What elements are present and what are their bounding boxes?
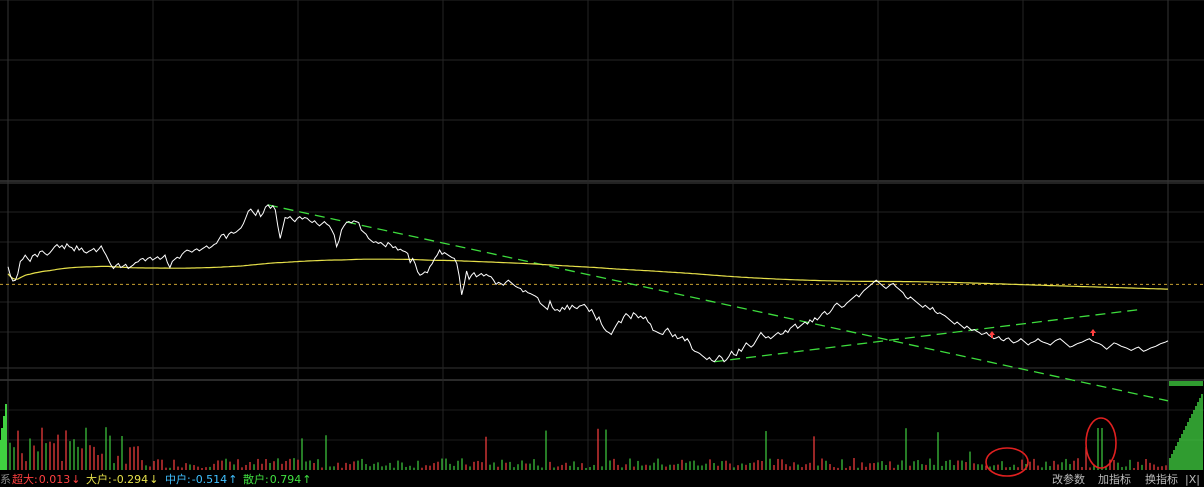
fund-large: 大户:-0.294↓	[86, 472, 158, 487]
signal-markers	[989, 329, 1096, 338]
left-glyph: 系	[0, 473, 11, 486]
intraday-chart[interactable]	[0, 0, 1204, 487]
add-indicator-button[interactable]: 加指标	[1098, 472, 1131, 487]
downtrend-line	[267, 204, 1169, 402]
chart-grid	[0, 0, 1204, 470]
fund-super-large-label: 超大:	[12, 473, 38, 486]
fund-retail-value: 0.794	[269, 473, 302, 486]
down-arrow-icon: ↓	[71, 473, 81, 486]
status-bar: 系 超大:0.013↓ 大户:-0.294↓ 中户:-0.514↑ 散户:0.7…	[0, 472, 1204, 487]
fund-large-value: -0.294	[112, 473, 149, 486]
change-params-button[interactable]: 改参数	[1052, 472, 1085, 487]
up-arrow-icon	[1090, 329, 1096, 336]
switch-indicator-button[interactable]: 换指标	[1145, 472, 1178, 487]
fund-large-label: 大户:	[86, 473, 112, 486]
uptrend-line	[714, 309, 1139, 363]
close-indicator-button[interactable]: |X|	[1185, 472, 1200, 487]
fund-retail: 散户:0.794↑	[243, 472, 311, 487]
fund-flow-bars	[0, 381, 1203, 470]
fund-medium-value: -0.514	[191, 473, 228, 486]
fund-medium: 中户:-0.514↑	[165, 472, 237, 487]
fund-super-large: 超大:0.013↓	[12, 472, 80, 487]
fund-retail-label: 散户:	[243, 473, 269, 486]
down-arrow-icon: ↓	[149, 473, 159, 486]
annotation-circle	[1085, 417, 1117, 469]
up-arrow-icon: ↑	[228, 473, 238, 486]
trend-lines	[267, 204, 1169, 402]
fund-super-large-value: 0.013	[38, 473, 71, 486]
up-arrow-icon: ↑	[302, 473, 312, 486]
fund-medium-label: 中户:	[165, 473, 191, 486]
